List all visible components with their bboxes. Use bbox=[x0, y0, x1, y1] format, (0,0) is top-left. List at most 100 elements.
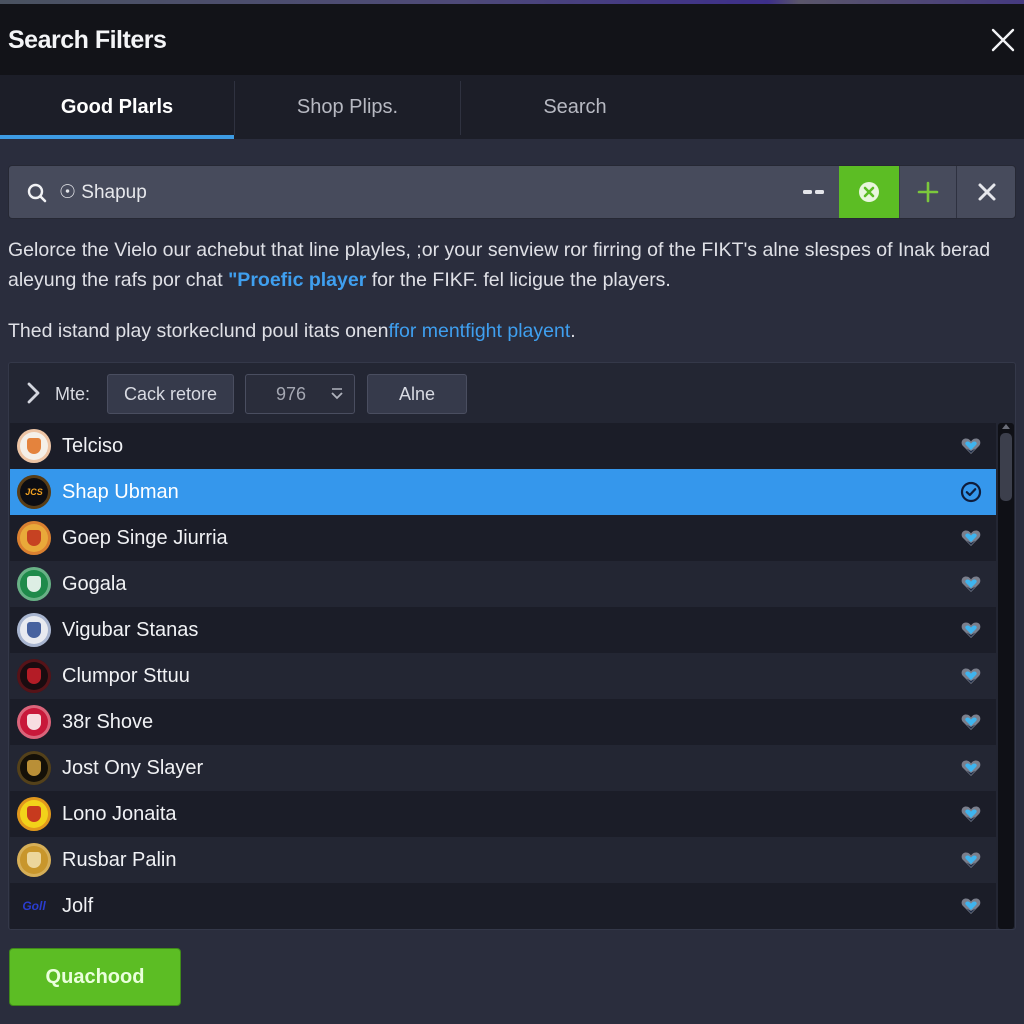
player-name: Telciso bbox=[62, 434, 124, 457]
player-row[interactable]: Goll Jolf bbox=[10, 883, 996, 929]
plus-icon bbox=[917, 181, 939, 203]
player-row[interactable]: Goep Singe Jiurria bbox=[10, 515, 996, 561]
club-badge-avatar bbox=[17, 843, 51, 877]
player-name: Jolf bbox=[62, 894, 94, 917]
player-row[interactable]: Lono Jonaita bbox=[10, 791, 996, 837]
alne-button[interactable]: Alne bbox=[367, 374, 467, 414]
badge-emblem bbox=[27, 438, 41, 454]
player-name: Jost Ony Slayer bbox=[62, 756, 204, 779]
secondary-description: Thed istand play storkeclund poul itats … bbox=[8, 316, 1018, 346]
player-row[interactable]: Vigubar Stanas bbox=[10, 607, 996, 653]
dialog-title: Search Filters bbox=[8, 26, 167, 54]
chevron-down-icon bbox=[331, 388, 343, 400]
player-row[interactable]: JCS Shap Ubman bbox=[10, 469, 996, 515]
heart-icon[interactable] bbox=[960, 665, 982, 687]
tab-label: Search bbox=[543, 95, 607, 118]
player-row[interactable]: Rusbar Palin bbox=[10, 837, 996, 883]
scroll-up-arrow[interactable] bbox=[1002, 424, 1010, 429]
badge-emblem bbox=[27, 668, 41, 684]
scrollbar-thumb[interactable] bbox=[1000, 433, 1012, 501]
heart-icon[interactable] bbox=[960, 619, 982, 641]
description-line-1: Gelorce the Vielo our achebut that line … bbox=[8, 239, 991, 261]
search-icon bbox=[27, 183, 47, 203]
secondary-text-start: Thed istand play storkeclund poul itats … bbox=[8, 320, 389, 342]
tab-shop-plips[interactable]: Shop Plips. bbox=[235, 75, 460, 139]
collapse-button[interactable] bbox=[789, 166, 839, 218]
club-badge-avatar bbox=[17, 521, 51, 555]
tab-bar: Good Plarls Shop Plips. Search bbox=[0, 75, 1024, 139]
close-icon bbox=[978, 183, 995, 201]
tab-good-plarls[interactable]: Good Plarls bbox=[0, 75, 234, 139]
filter-toolbar: Mte: Cack retore 976 Alne bbox=[9, 363, 1015, 423]
player-name: Clumpor Sttuu bbox=[62, 664, 190, 687]
badge-emblem: JCS bbox=[25, 487, 43, 497]
tab-search[interactable]: Search bbox=[461, 75, 689, 139]
player-row[interactable]: 38r Shove bbox=[10, 699, 996, 745]
club-badge-avatar bbox=[17, 659, 51, 693]
player-row[interactable]: Jost Ony Slayer bbox=[10, 745, 996, 791]
mentfight-player-link[interactable]: ffor mentfight playent bbox=[389, 320, 571, 342]
club-badge-avatar: Goll bbox=[22, 899, 46, 913]
heart-icon[interactable] bbox=[960, 803, 982, 825]
club-badge-avatar bbox=[17, 613, 51, 647]
heart-icon[interactable] bbox=[960, 849, 982, 871]
description-text: Gelorce the Vielo our achebut that line … bbox=[8, 235, 1018, 295]
player-name: Shap Ubman bbox=[62, 480, 179, 503]
badge-emblem bbox=[27, 760, 41, 776]
filter-label: Mte: bbox=[55, 384, 91, 404]
player-name: Vigubar Stanas bbox=[62, 618, 199, 641]
dialog-header: Search Filters bbox=[0, 4, 1024, 75]
player-list-panel: Mte: Cack retore 976 Alne Telciso JCS Shap… bbox=[8, 362, 1016, 930]
check-circle-icon[interactable] bbox=[960, 481, 982, 503]
search-bar bbox=[8, 165, 1016, 219]
tab-label: Good Plarls bbox=[60, 95, 174, 118]
proefic-player-link[interactable]: "Proefic player bbox=[228, 269, 366, 291]
player-row[interactable]: Telciso bbox=[10, 423, 996, 469]
quachood-button[interactable]: Quachood bbox=[9, 948, 181, 1006]
button-label: Quachood bbox=[45, 965, 145, 988]
badge-emblem bbox=[27, 576, 41, 592]
club-badge-avatar bbox=[17, 705, 51, 739]
scrollbar[interactable] bbox=[998, 423, 1014, 929]
badge-emblem bbox=[27, 852, 41, 868]
remove-filter-button[interactable] bbox=[956, 166, 1015, 218]
club-badge-avatar bbox=[17, 429, 51, 463]
secondary-text-end: . bbox=[570, 320, 576, 342]
heart-icon[interactable] bbox=[960, 757, 982, 779]
add-filter-button[interactable] bbox=[899, 166, 956, 218]
heart-icon[interactable] bbox=[960, 711, 982, 733]
tab-label: Shop Plips. bbox=[296, 95, 399, 118]
minus-icon bbox=[803, 190, 824, 194]
player-name: Lono Jonaita bbox=[62, 802, 177, 825]
close-icon bbox=[991, 28, 1015, 52]
heart-icon[interactable] bbox=[960, 435, 982, 457]
cack-retore-button[interactable]: Cack retore bbox=[107, 374, 234, 414]
badge-emblem bbox=[27, 714, 41, 730]
heart-icon[interactable] bbox=[960, 895, 982, 917]
player-name: Rusbar Palin bbox=[62, 848, 177, 871]
player-row[interactable]: Gogala bbox=[10, 561, 996, 607]
description-line-2-start: aleyung the rafs por chat bbox=[8, 269, 229, 291]
clear-filter-button[interactable] bbox=[839, 166, 899, 218]
close-button[interactable] bbox=[986, 22, 1020, 58]
player-name: Gogala bbox=[62, 572, 127, 595]
select-value: 976 bbox=[276, 383, 307, 404]
chevron-right-icon[interactable] bbox=[23, 381, 43, 405]
club-badge-avatar bbox=[17, 751, 51, 785]
club-badge-avatar bbox=[17, 567, 51, 601]
description-line-2-end: for the FIKF. fel licigue the players. bbox=[366, 269, 671, 291]
heart-icon[interactable] bbox=[960, 527, 982, 549]
club-badge-avatar: JCS bbox=[17, 475, 51, 509]
badge-emblem bbox=[27, 806, 41, 822]
clear-circle-icon bbox=[859, 182, 879, 202]
heart-icon[interactable] bbox=[960, 573, 982, 595]
button-label: Cack retore bbox=[123, 383, 218, 404]
player-row[interactable]: Clumpor Sttuu bbox=[10, 653, 996, 699]
value-select[interactable]: 976 bbox=[245, 374, 355, 414]
search-input[interactable] bbox=[59, 166, 779, 218]
player-name: Goep Singe Jiurria bbox=[62, 526, 228, 549]
player-name: 38r Shove bbox=[62, 710, 154, 733]
button-label: Alne bbox=[398, 383, 436, 404]
badge-emblem bbox=[27, 622, 41, 638]
badge-emblem bbox=[27, 530, 41, 546]
